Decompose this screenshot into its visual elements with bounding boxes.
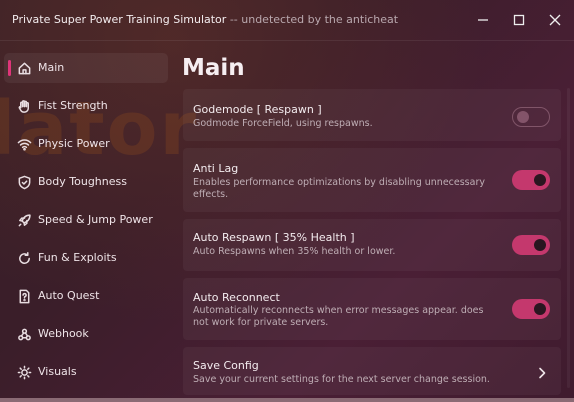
window-title-main: Private Super Power Training Simulator xyxy=(12,13,227,26)
active-indicator xyxy=(8,60,11,76)
hand-icon xyxy=(16,98,32,114)
sidebar-item-label: Auto Quest xyxy=(38,289,100,302)
sidebar-item-label: Physic Power xyxy=(38,137,110,150)
godmode-toggle[interactable] xyxy=(512,107,550,127)
maximize-icon xyxy=(513,14,525,26)
toggle-knob xyxy=(534,303,546,315)
sidebar-item-auto-quest[interactable]: Auto Quest xyxy=(4,281,168,311)
setting-description: Enables performance optimizations by dis… xyxy=(193,177,485,200)
setting-card-anti-lag: Anti Lag Enables performance optimizatio… xyxy=(183,148,561,212)
auto-respawn-toggle[interactable] xyxy=(512,235,550,255)
minimize-button[interactable] xyxy=(471,8,495,32)
sidebar-item-label: Speed & Jump Power xyxy=(38,213,153,226)
save-config-button[interactable]: Save Config Save your current settings f… xyxy=(183,347,561,395)
window-title-subtitle: -- undetected by the anticheat xyxy=(229,13,399,26)
sidebar-item-label: Visuals xyxy=(38,365,77,378)
sidebar-item-label: Fist Strength xyxy=(38,99,108,112)
refresh-icon xyxy=(16,250,32,266)
sidebar-item-label: Fun & Exploits xyxy=(38,251,117,264)
sidebar-item-main[interactable]: Main xyxy=(4,53,168,83)
sidebar-item-speed-jump-power[interactable]: Speed & Jump Power xyxy=(4,205,168,235)
sidebar-item-visuals[interactable]: Visuals xyxy=(4,357,168,387)
wifi-icon xyxy=(16,136,32,152)
anti-lag-toggle[interactable] xyxy=(512,170,550,190)
sidebar-item-label: Body Toughness xyxy=(38,175,127,188)
auto-reconnect-toggle[interactable] xyxy=(512,299,550,319)
sidebar-item-label: Webhook xyxy=(38,327,89,340)
shield-icon xyxy=(16,174,32,190)
setting-description: Save your current settings for the next … xyxy=(193,374,490,385)
sidebar-item-webhook[interactable]: Webhook xyxy=(4,319,168,349)
sidebar-item-physic-power[interactable]: Physic Power xyxy=(4,129,168,159)
setting-description: Auto Respawns when 35% health or lower. xyxy=(193,246,396,257)
home-icon xyxy=(16,60,32,76)
sidebar-item-body-toughness[interactable]: Body Toughness xyxy=(4,167,168,197)
setting-title: Anti Lag xyxy=(193,162,239,175)
close-icon xyxy=(549,14,561,26)
sun-icon xyxy=(16,364,32,380)
setting-card-auto-reconnect: Auto Reconnect Automatically reconnects … xyxy=(183,278,561,340)
title-bar[interactable]: Private Super Power Training Simulator -… xyxy=(0,0,574,41)
sidebar-item-fist-strength[interactable]: Fist Strength xyxy=(4,91,168,121)
setting-title: Godemode [ Respawn ] xyxy=(193,103,322,116)
setting-card-auto-respawn: Auto Respawn [ 35% Health ] Auto Respawn… xyxy=(183,219,561,271)
content-scrollbar[interactable] xyxy=(567,88,570,388)
maximize-button[interactable] xyxy=(507,8,531,32)
sidebar-item-label: Main xyxy=(38,61,65,74)
setting-title: Auto Respawn [ 35% Health ] xyxy=(193,231,355,244)
minimize-icon xyxy=(478,19,488,21)
setting-description: Godmode ForceField, using respawns. xyxy=(193,118,373,129)
setting-title: Auto Reconnect xyxy=(193,291,280,304)
setting-description: Automatically reconnects when error mess… xyxy=(193,305,484,328)
toggle-knob xyxy=(534,239,546,251)
chevron-right-icon xyxy=(535,365,549,379)
close-button[interactable] xyxy=(543,8,567,32)
sidebar: Main Fist Strength Physic Power Body Tou… xyxy=(0,46,174,402)
window-title: Private Super Power Training Simulator -… xyxy=(12,13,398,26)
toggle-knob xyxy=(534,174,546,186)
setting-title: Save Config xyxy=(193,359,259,372)
page-title: Main xyxy=(182,55,245,81)
help-file-icon xyxy=(16,288,32,304)
window-bottom-edge xyxy=(0,398,574,402)
sidebar-item-fun-exploits[interactable]: Fun & Exploits xyxy=(4,243,168,273)
setting-card-godmode: Godemode [ Respawn ] Godmode ForceField,… xyxy=(183,89,561,141)
toggle-knob xyxy=(517,111,529,123)
app-window: lator Private Super Power Training Simul… xyxy=(0,0,574,402)
rocket-icon xyxy=(16,212,32,228)
webhook-icon xyxy=(16,326,32,342)
